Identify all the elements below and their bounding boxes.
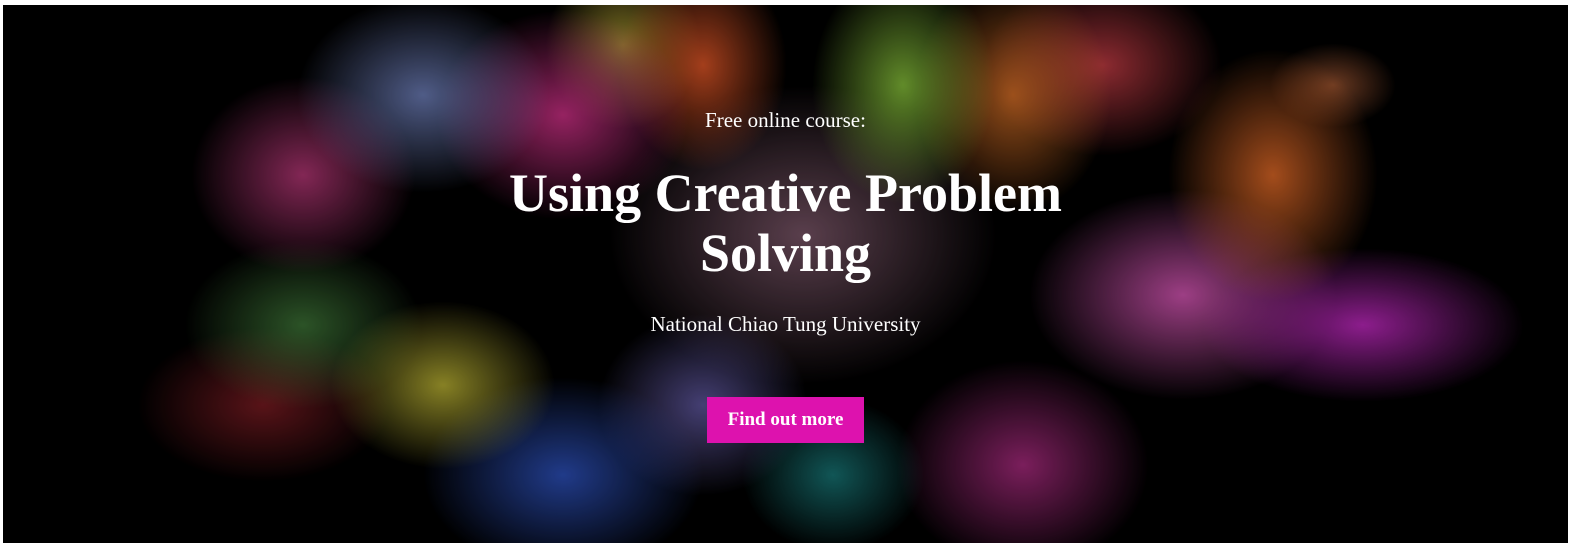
course-type-label: Free online course: — [705, 108, 866, 132]
hero-content: Free online course: Using Creative Probl… — [3, 5, 1568, 543]
course-hero-banner: Free online course: Using Creative Probl… — [3, 5, 1568, 543]
find-out-more-button[interactable]: Find out more — [707, 397, 864, 443]
course-title: Using Creative Problem Solving — [509, 163, 1062, 283]
course-provider: National Chiao Tung University — [650, 312, 921, 336]
